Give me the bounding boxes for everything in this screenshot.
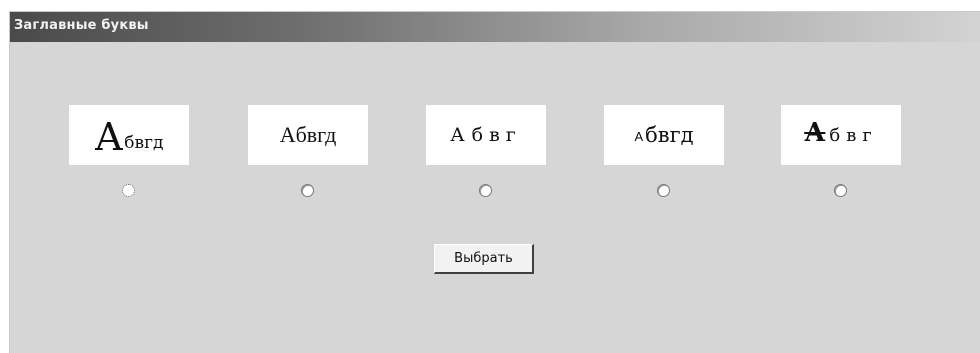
radio-option-4[interactable] bbox=[657, 184, 670, 197]
sample-capital: А bbox=[804, 118, 826, 148]
sample-capital: А bbox=[94, 115, 124, 159]
radio-option-3[interactable] bbox=[479, 184, 492, 197]
select-button[interactable]: Выбрать bbox=[434, 244, 534, 274]
radio-option-2[interactable] bbox=[301, 184, 314, 197]
window-title: Заглавные буквы bbox=[14, 18, 149, 33]
sample-rest: бвгд bbox=[645, 123, 694, 147]
font-sample-2: Абвгд bbox=[248, 105, 368, 165]
option-4: Абвгд bbox=[604, 105, 724, 205]
font-sample-4: Абвгд bbox=[604, 105, 724, 165]
sample-rest: бвг bbox=[471, 124, 522, 146]
option-3: Абвг bbox=[426, 105, 546, 205]
screen-top-strip bbox=[0, 0, 980, 10]
sample-rest: бвгд bbox=[295, 122, 337, 147]
sample-capital: А bbox=[279, 122, 296, 147]
sample-capital: А bbox=[450, 124, 466, 146]
title-bar: Заглавные буквы bbox=[10, 12, 980, 42]
option-1: Абвгд bbox=[69, 105, 189, 205]
radio-option-1[interactable] bbox=[122, 184, 135, 197]
font-sample-1: Абвгд bbox=[69, 105, 189, 165]
dialog-window: Заглавные буквы Абвгд Абвгд Абвг Абвгд А… bbox=[9, 11, 980, 353]
sample-capital: А bbox=[634, 128, 644, 144]
radio-option-5[interactable] bbox=[834, 184, 847, 197]
font-sample-3: Абвг bbox=[426, 105, 546, 165]
sample-rest: бвгд bbox=[124, 133, 164, 153]
option-5: Абвг bbox=[781, 105, 901, 205]
option-2: Абвгд bbox=[248, 105, 368, 205]
sample-rest: бвг bbox=[829, 124, 878, 146]
font-sample-5: Абвг bbox=[781, 105, 901, 165]
